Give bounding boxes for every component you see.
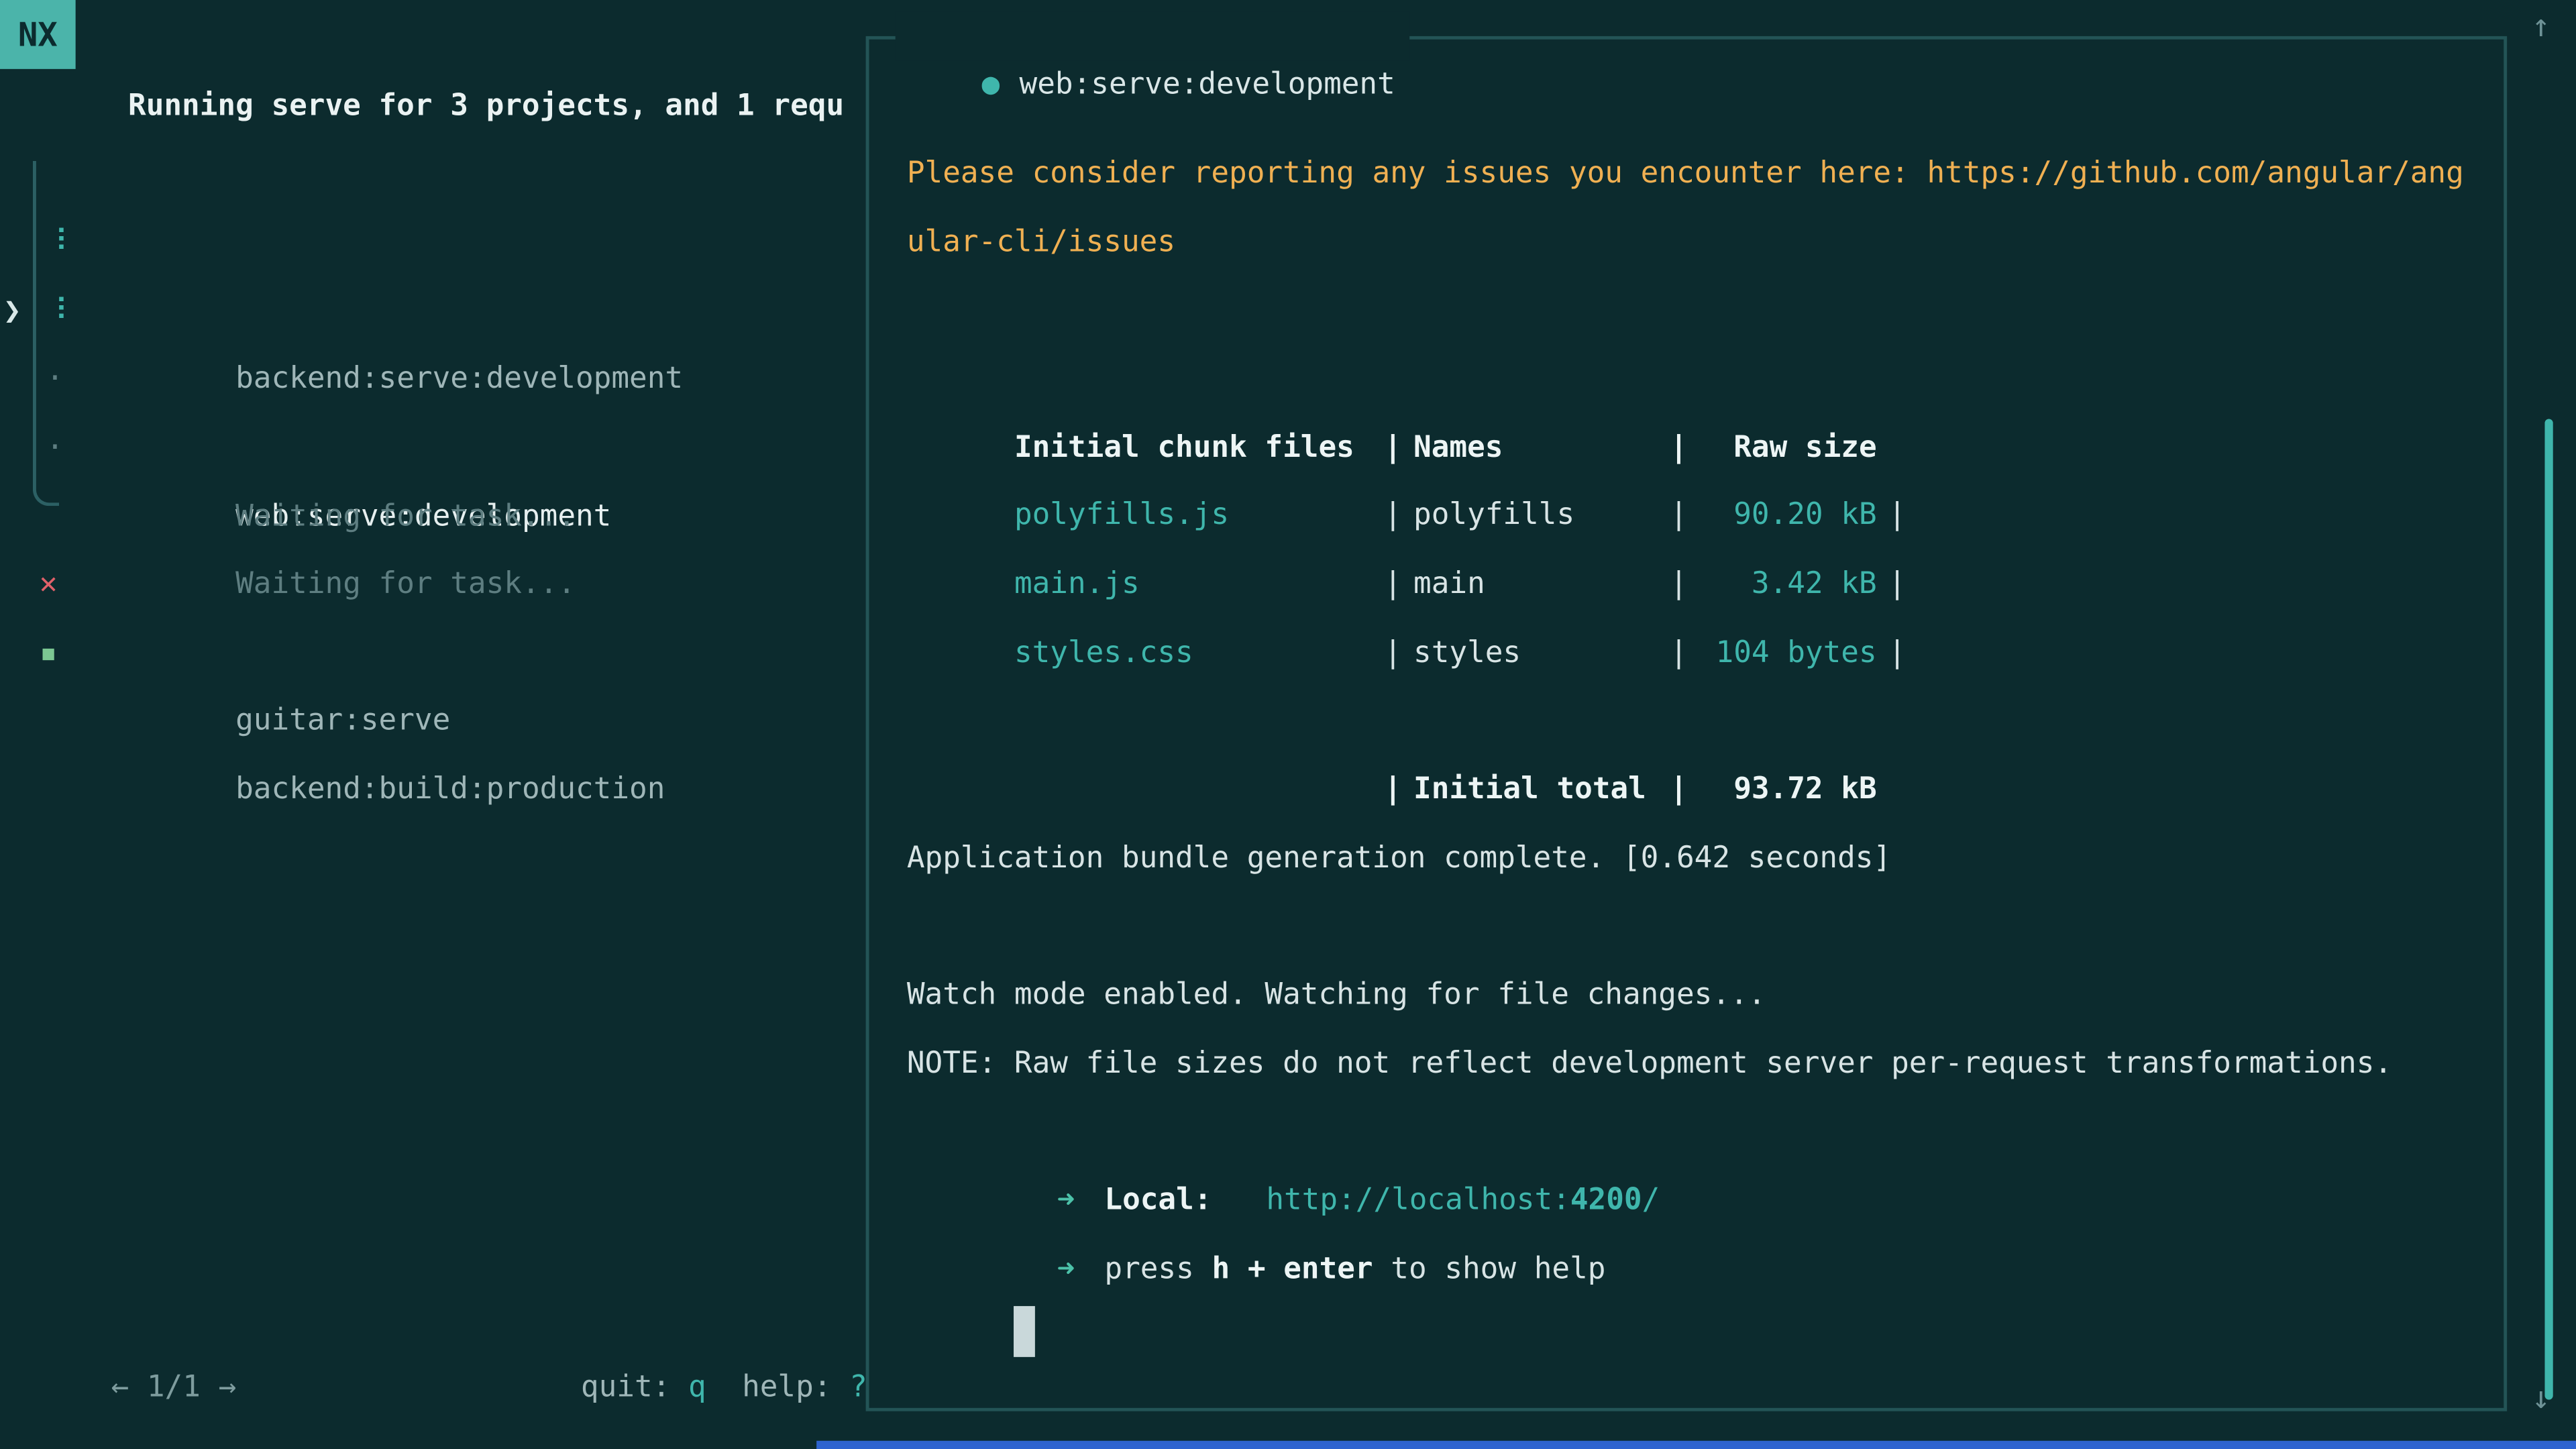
task-label: Waiting for task... — [235, 499, 576, 533]
pipe-separator: | — [1888, 482, 1907, 551]
chunk-name: main — [1413, 551, 1670, 619]
table-total-row: |Initial total|93.72 kB — [907, 688, 2492, 756]
task-row-failed[interactable]: ✕ guitar:serve — [0, 550, 854, 619]
chunk-size: 3.42 kB — [1699, 551, 1876, 619]
pipe-separator: | — [1670, 414, 1688, 482]
total-label: Initial total — [1413, 756, 1670, 824]
local-url-line: ➜Local:http://localhost:4200/ — [907, 1098, 2492, 1167]
help-pre-text: press — [1104, 1252, 1212, 1286]
watch-mode-line: Watch mode enabled. Watching for file ch… — [907, 961, 2492, 1030]
warning-line-1: Please consider reporting any issues you… — [907, 140, 2492, 208]
pipe-separator: | — [1670, 619, 1688, 688]
selection-caret-icon: ❯ — [3, 277, 21, 345]
spinner-icon: ⠸ — [46, 209, 68, 277]
blank-line — [907, 276, 2492, 345]
chunk-file-name: styles.css — [1014, 619, 1384, 688]
col-header-size: Raw size — [1699, 414, 1876, 482]
task-label: backend:build:production — [235, 772, 665, 806]
panel-title: ●web:serve:development — [896, 11, 1410, 60]
pipe-separator: | — [1670, 551, 1688, 619]
prev-page-arrow-icon[interactable]: ← — [111, 1370, 129, 1404]
scrollbar-thumb[interactable] — [2544, 419, 2553, 1399]
note-line: NOTE: Raw file sizes do not reflect deve… — [907, 1030, 2492, 1098]
total-size: 93.72 kB — [1699, 756, 1876, 824]
local-url[interactable]: http://localhost:4200/ — [1266, 1183, 1660, 1218]
col-header-files: Initial chunk files — [1014, 414, 1384, 482]
chunk-size: 90.20 kB — [1699, 482, 1876, 551]
success-square-icon: ▪ — [40, 619, 58, 688]
pending-dot-icon: · — [46, 414, 64, 482]
pipe-separator: | — [1888, 551, 1907, 619]
terminal-cursor — [1014, 1305, 1036, 1356]
page-title: Running serve for 3 projects, and 1 requ — [128, 82, 861, 131]
local-label: Local: — [1104, 1183, 1212, 1218]
task-row[interactable]: ⠸ backend:serve:development — [0, 209, 854, 277]
pipe-separator: | — [1384, 756, 1402, 824]
bottom-accent-bar — [816, 1441, 2576, 1449]
arrow-icon: ➜ — [1057, 1252, 1075, 1286]
pagination: ← 1/1 → — [40, 1314, 237, 1363]
finished-task-list: ✕ guitar:serve ▪ backend:build:productio… — [0, 550, 854, 687]
pipe-separator: | — [1384, 414, 1402, 482]
scroll-down-arrow-icon[interactable]: ↓ — [2532, 1380, 2551, 1416]
col-header-names: Names — [1413, 414, 1670, 482]
panel-title-text: web:serve:development — [1020, 67, 1395, 101]
pipe-separator: | — [1384, 551, 1402, 619]
chunk-size: 104 bytes — [1699, 619, 1876, 688]
page-indicator: 1/1 — [129, 1370, 218, 1404]
nx-logo-badge: NX — [0, 0, 76, 69]
hotkey-hints: quit: q help: ? — [509, 1314, 867, 1363]
pending-dot-icon: · — [46, 345, 64, 414]
warning-line-2: ular-cli/issues — [907, 208, 2492, 276]
port-number: 4200 — [1570, 1183, 1642, 1218]
terminal-screen: NX Running serve for 3 projects, and 1 r… — [0, 0, 2576, 1449]
bundle-complete-line: Application bundle generation complete. … — [907, 824, 2492, 893]
arrow-icon: ➜ — [1057, 1183, 1075, 1218]
quit-key: q — [688, 1370, 706, 1404]
pipe-separator: | — [1384, 619, 1402, 688]
task-row-selected[interactable]: ❯ ⠸ web:serve:development — [0, 277, 854, 345]
running-task-list: ⠸ backend:serve:development ❯ ⠸ web:serv… — [0, 209, 854, 482]
pipe-separator: | — [1670, 482, 1688, 551]
help-hint-label: help: — [706, 1370, 849, 1404]
help-key-combo: h + enter — [1212, 1252, 1373, 1286]
table-header-row: Initial chunk files|Names|Raw size — [907, 345, 2492, 413]
error-cross-icon: ✕ — [40, 550, 58, 619]
chunk-name: polyfills — [1413, 482, 1670, 551]
chunk-file-name: main.js — [1014, 551, 1384, 619]
chunk-name: styles — [1413, 619, 1670, 688]
nx-logo-text: NX — [18, 15, 58, 54]
help-key: ? — [849, 1370, 867, 1404]
help-post-text: to show help — [1373, 1252, 1606, 1286]
pipe-separator: | — [1384, 482, 1402, 551]
next-page-arrow-icon[interactable]: → — [219, 1370, 237, 1404]
spinner-icon: ⠸ — [46, 277, 68, 345]
blank-line — [907, 893, 2492, 961]
task-output-log: Please consider reporting any issues you… — [907, 140, 2492, 1304]
task-row[interactable]: · Waiting for task... — [0, 345, 854, 414]
pipe-separator: | — [1888, 619, 1907, 688]
chunk-file-name: polyfills.js — [1014, 482, 1384, 551]
pipe-separator: | — [1670, 756, 1688, 824]
scroll-up-arrow-icon[interactable]: ↑ — [2532, 8, 2551, 44]
task-label: guitar:serve — [235, 704, 450, 738]
running-bullet-icon: ● — [981, 67, 1000, 101]
quit-hint-label: quit: — [581, 1370, 688, 1404]
task-row[interactable]: · Waiting for task... — [0, 414, 854, 482]
task-row-success[interactable]: ▪ backend:build:production — [0, 619, 854, 688]
